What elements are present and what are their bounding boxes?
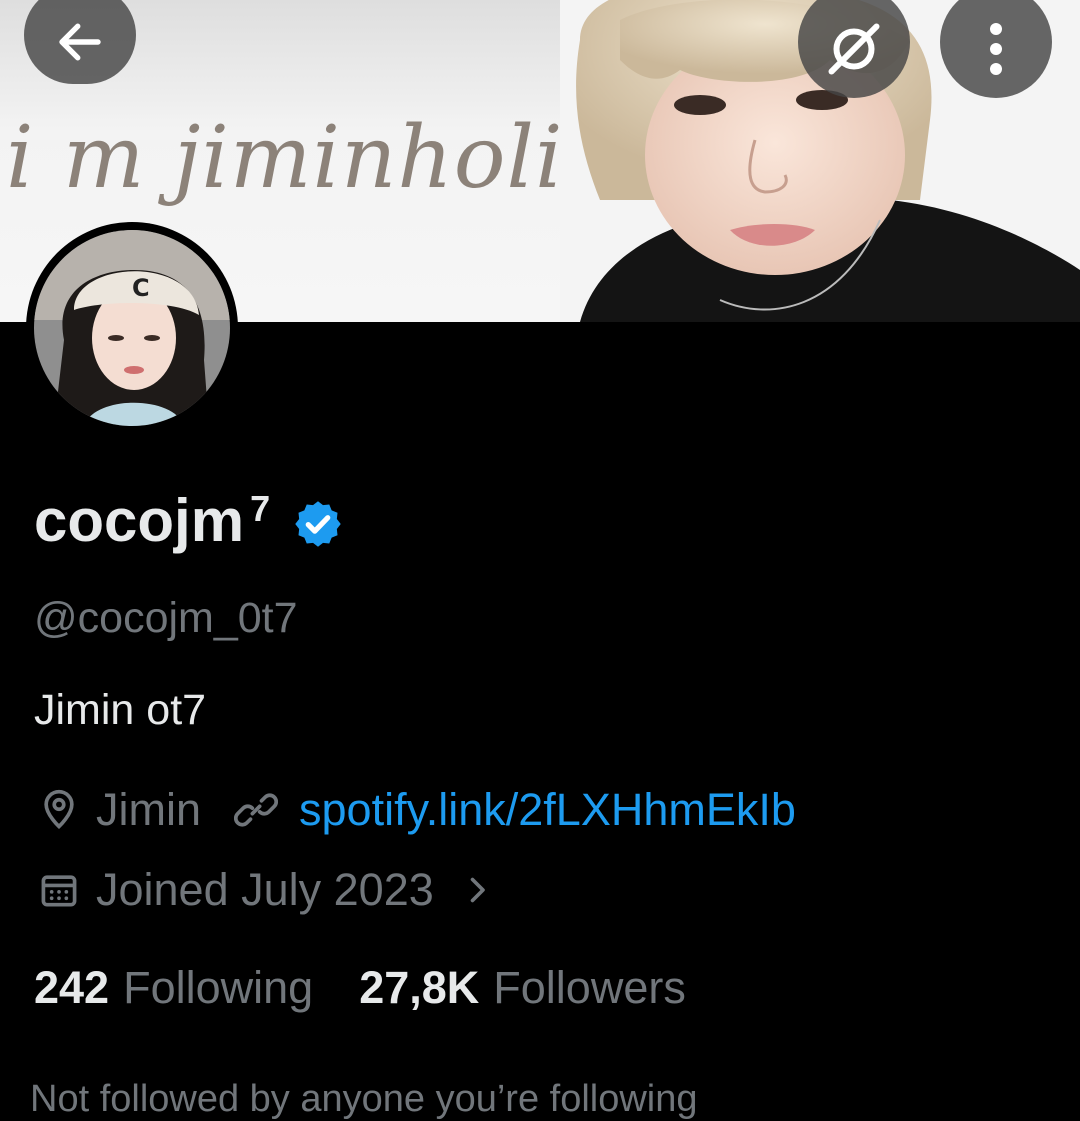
following-count: 242 <box>34 962 110 1013</box>
avatar[interactable]: C <box>26 222 238 434</box>
svg-text:C: C <box>132 274 150 302</box>
avatar-photo: C <box>34 230 230 426</box>
following-stat[interactable]: 242 Following <box>34 962 313 1014</box>
profile-meta-joined[interactable]: Joined July 2023 <box>34 862 514 918</box>
link-icon <box>231 785 281 835</box>
chevron-right-icon <box>452 865 502 915</box>
profile-link[interactable]: spotify.link/2fLXHhmEkIb <box>299 784 796 836</box>
more-vertical-icon <box>990 23 1002 75</box>
profile-meta-location-link: Jimin spotify.link/2fLXHhmEkIb <box>34 782 796 838</box>
mutual-followers-text: Not followed by anyone you’re following <box>30 1078 698 1120</box>
follow-stats: 242 Following 27,8K Followers <box>34 962 686 1014</box>
location-text: Jimin <box>96 784 202 835</box>
display-name-superscript: 7 <box>250 488 271 529</box>
back-button[interactable] <box>24 0 136 84</box>
calendar-icon <box>34 865 84 915</box>
followers-label: Followers <box>493 962 686 1013</box>
banner-script-text: i m jiminholic <box>6 108 613 208</box>
grok-icon <box>828 23 880 75</box>
location-pin-icon <box>34 785 84 835</box>
following-label: Following <box>123 962 314 1013</box>
bio-text: Jimin ot7 <box>34 686 207 734</box>
followers-count: 27,8K <box>359 962 480 1013</box>
display-name-text: cocojm <box>34 487 245 554</box>
arrow-left-icon <box>59 23 101 61</box>
joined-text: Joined July 2023 <box>96 864 434 915</box>
display-name: cocojm 7 <box>34 486 344 555</box>
followers-stat[interactable]: 27,8K Followers <box>359 962 686 1014</box>
verified-badge-icon[interactable] <box>292 498 344 550</box>
user-handle: @cocojm_0t7 <box>34 594 298 642</box>
